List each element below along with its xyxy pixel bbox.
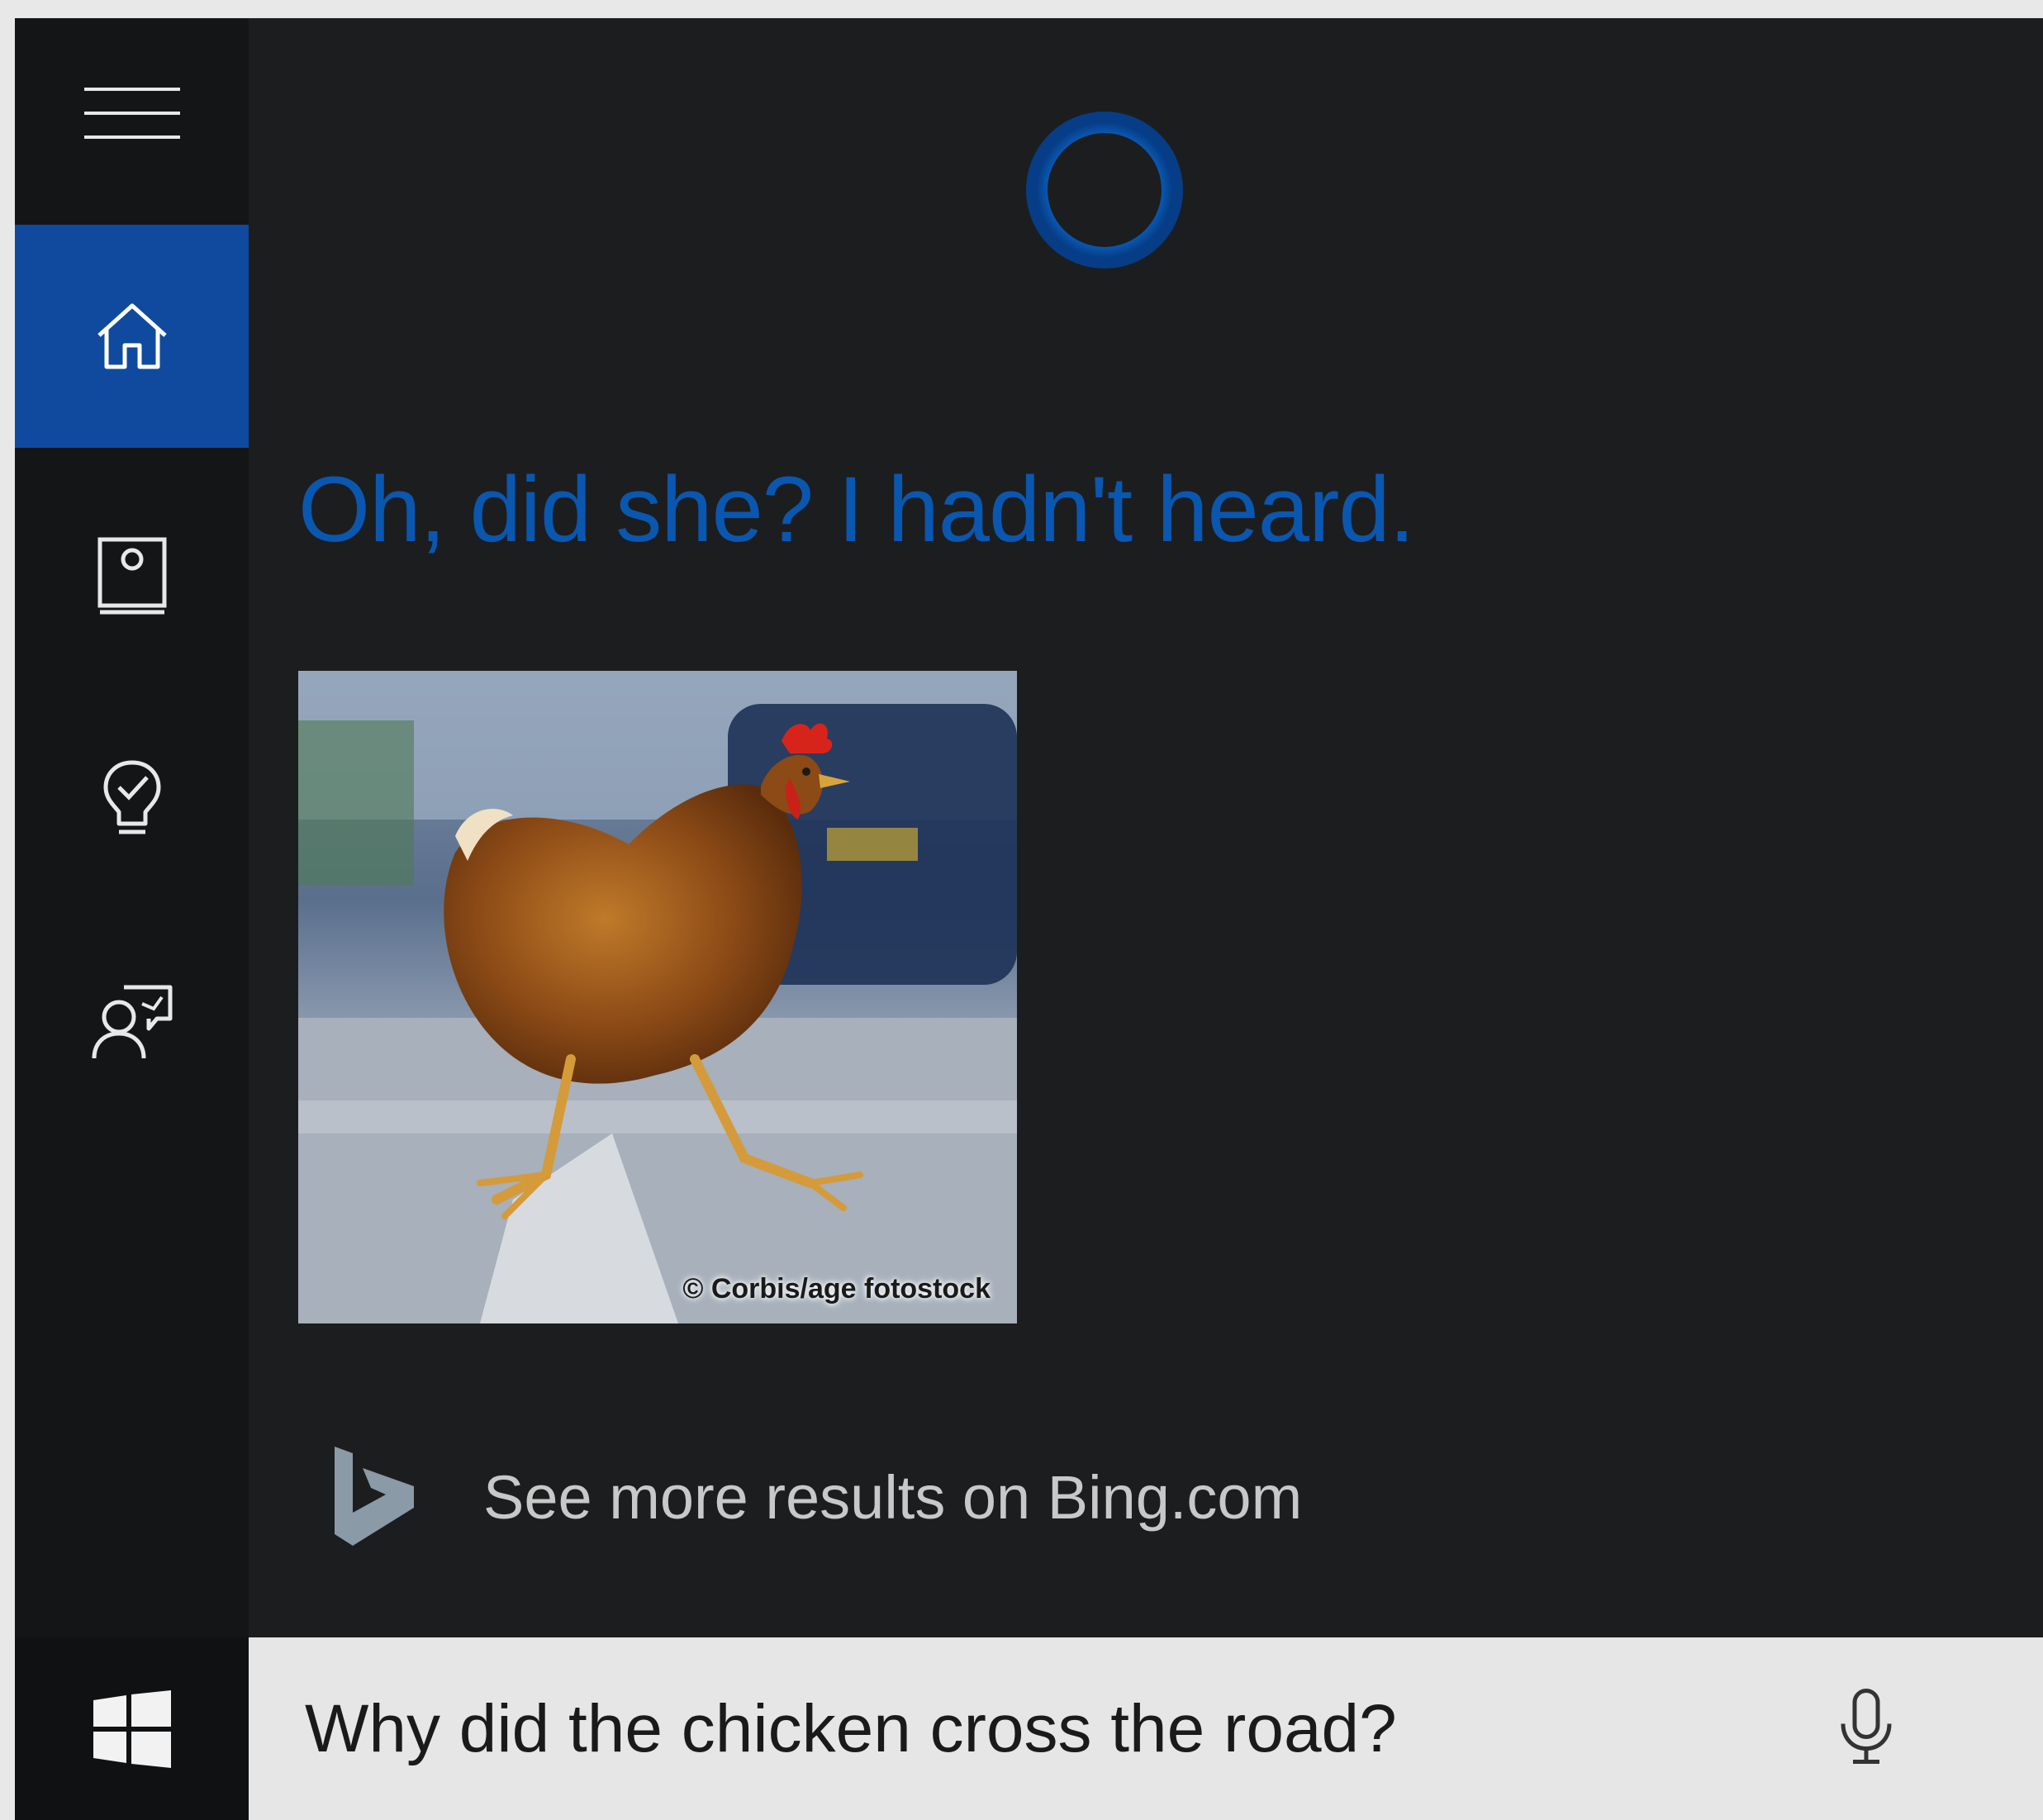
chicken-crossing-road-image [298, 671, 1017, 1323]
hamburger-icon [83, 88, 180, 139]
search-box[interactable]: Why did the chicken cross the road? [249, 1637, 2043, 1820]
microphone-icon [1841, 1688, 1892, 1764]
start-button[interactable] [15, 1637, 249, 1820]
home-icon [97, 303, 167, 369]
search-input[interactable]: Why did the chicken cross the road? [305, 1690, 1397, 1768]
cortana-panel: Oh, did she? I hadn't heard. © Corbis/ag… [15, 18, 2043, 1820]
lightbulb-icon [103, 760, 160, 834]
cortana-answer: Oh, did she? I hadn't heard. [298, 458, 1415, 561]
sidebar-item-reminders[interactable] [15, 687, 249, 910]
sidebar-item-feedback[interactable] [15, 910, 249, 1133]
notebook-icon [97, 537, 166, 615]
bing-logo-icon [335, 1447, 414, 1546]
microphone-button[interactable] [1838, 1687, 1894, 1770]
cortana-logo-icon [1026, 112, 1183, 268]
sidebar [15, 18, 249, 1637]
main-content: Oh, did she? I hadn't heard. © Corbis/ag… [249, 18, 2043, 1637]
sidebar-item-notebook[interactable] [15, 464, 249, 687]
bing-results-link[interactable]: See more results on Bing.com [331, 1447, 1302, 1547]
sidebar-item-home[interactable] [15, 225, 249, 448]
hamburger-menu-button[interactable] [15, 68, 249, 159]
image-credit: © Corbis/age fotostock [682, 1273, 991, 1304]
chicken-photo[interactable]: © Corbis/age fotostock [298, 671, 1017, 1323]
windows-logo-icon [93, 1689, 171, 1768]
bing-link-text: See more results on Bing.com [483, 1462, 1303, 1532]
feedback-icon [92, 985, 172, 1059]
